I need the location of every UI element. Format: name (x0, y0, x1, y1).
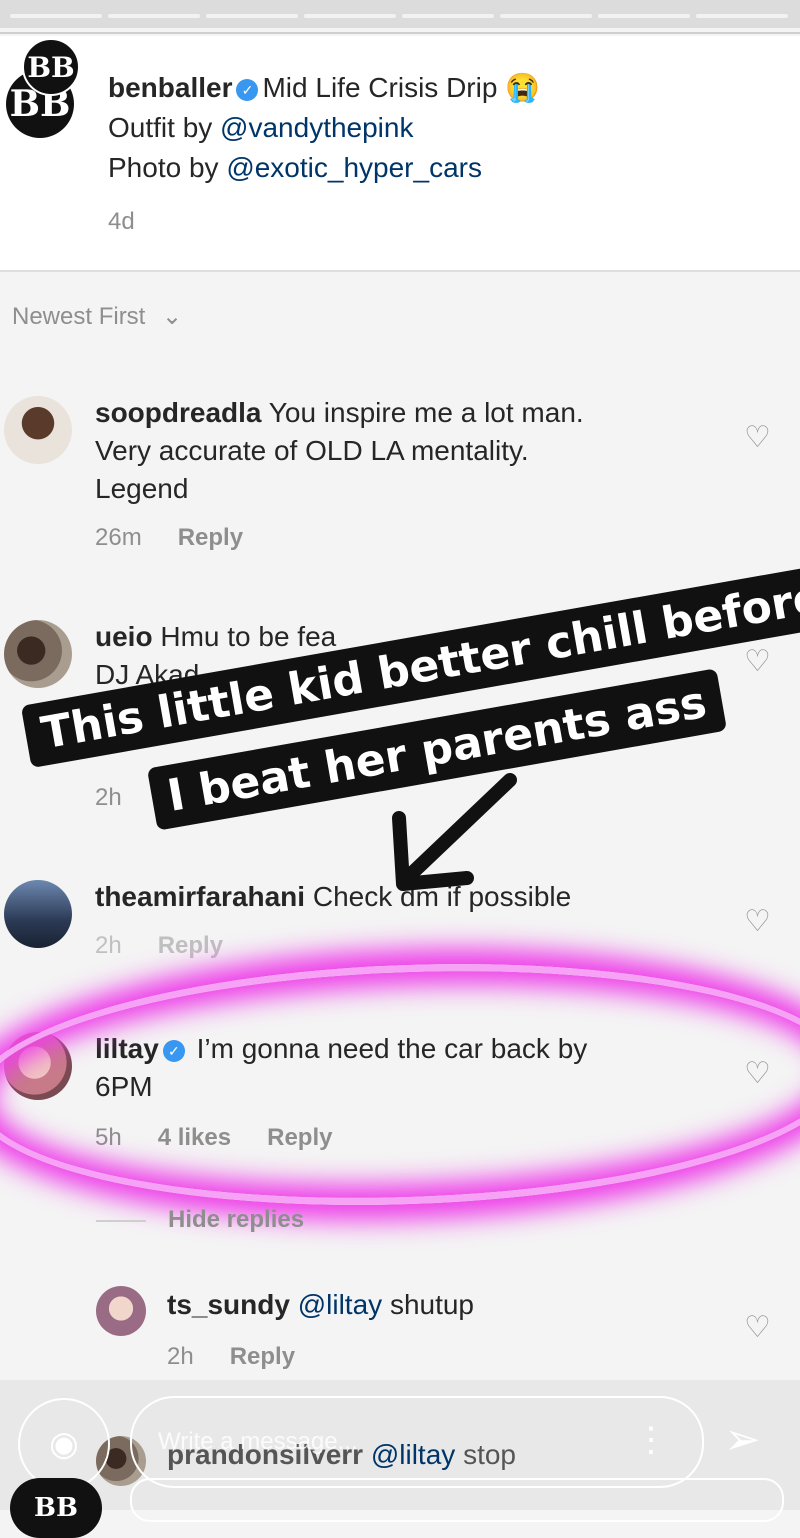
caption-line-2: Outfit by @vandythepink (108, 108, 413, 148)
comment-text: Legend (95, 473, 189, 504)
reply-text: shutup (389, 1289, 475, 1320)
avatar[interactable] (4, 396, 72, 464)
caption-line-3: Photo by @exotic_hyper_cars (108, 148, 482, 188)
arrow-icon (392, 773, 517, 891)
message-input[interactable]: Write a message... ⋮ (130, 1396, 704, 1488)
photo-handle-link[interactable]: @exotic_hyper_cars (226, 152, 482, 183)
comment-1: soopdreadla You inspire me a lot man. Ve… (95, 394, 584, 508)
progress-segment (696, 14, 788, 18)
reply-button[interactable]: Reply (178, 524, 243, 551)
comment-time: 2h (95, 784, 122, 811)
chevron-down-icon: ⌄ (162, 303, 183, 330)
caption-username[interactable]: benballer (108, 72, 232, 103)
replies-line (96, 1220, 146, 1222)
camera-icon: ◉ (49, 1425, 79, 1463)
progress-segment (402, 14, 494, 18)
likes-count[interactable]: 4 likes (158, 1124, 231, 1151)
avatar[interactable] (4, 620, 72, 688)
comment-username[interactable]: soopdreadla (95, 397, 261, 428)
verified-badge-icon: ✓ (236, 78, 259, 101)
sort-dropdown[interactable]: Newest First ⌄ (12, 302, 182, 331)
hide-replies-button[interactable]: Hide replies (168, 1206, 340, 1234)
outfit-prefix: Outfit by (108, 112, 221, 143)
comment-4-meta: 5h 4 likes Reply (95, 1124, 368, 1152)
bottom-input-outline (130, 1478, 784, 1522)
story-progress-bar (0, 0, 800, 28)
comment-username[interactable]: liltay (95, 1033, 159, 1064)
progress-segment (108, 14, 200, 18)
comment-4: liltay ✓ I’m gonna need the car back by 6… (95, 1030, 587, 1106)
like-heart-icon[interactable]: ♡ (744, 420, 771, 455)
like-heart-icon[interactable]: ♡ (744, 1056, 771, 1091)
crying-emoji-icon: 😭 (505, 72, 541, 103)
sort-label: Newest First (12, 303, 146, 330)
comment-3-meta: 2h Reply (95, 932, 259, 960)
comment-time: 5h (95, 1124, 122, 1151)
hide-replies-label: Hide replies (168, 1206, 305, 1233)
progress-segment (598, 14, 690, 18)
camera-button[interactable]: ◉ (18, 1398, 110, 1490)
post-age: 4d (108, 208, 171, 236)
comment-time: 26m (95, 524, 142, 551)
comment-text: Very accurate of OLD LA mentality. (95, 435, 529, 466)
mention-link[interactable]: @liltay (298, 1289, 382, 1320)
progress-segment (10, 14, 102, 18)
comment-username[interactable]: ueio (95, 621, 153, 652)
reply-button[interactable]: Reply (158, 932, 223, 959)
like-heart-icon[interactable]: ♡ (744, 904, 771, 939)
comment-text: 6PM (95, 1071, 153, 1102)
comment-text: You inspire me a lot man. (268, 397, 584, 428)
like-heart-icon[interactable]: ♡ (744, 1310, 771, 1345)
reply-username[interactable]: ts_sundy (167, 1289, 290, 1320)
reply-1: ts_sundy @liltay shutup (167, 1286, 474, 1324)
progress-segment (304, 14, 396, 18)
comment-username[interactable]: theamirfarahani (95, 881, 305, 912)
photo-prefix: Photo by (108, 152, 227, 183)
caption-line-1: benballer ✓ Mid Life Crisis Drip 😭 (108, 68, 540, 108)
caption-text: Mid Life Crisis Drip (262, 72, 498, 103)
avatar[interactable] (4, 1032, 72, 1100)
reply-button[interactable]: Reply (230, 1343, 295, 1370)
verified-badge-icon: ✓ (162, 1039, 185, 1062)
reply-button[interactable]: Reply (267, 1124, 332, 1151)
progress-segment (500, 14, 592, 18)
reply-1-meta: 2h Reply (167, 1343, 331, 1371)
comment-1-meta: 26m Reply (95, 524, 279, 552)
comment-text: Hmu to be fea (160, 621, 337, 652)
comment-2-meta: 2h (95, 784, 158, 812)
outfit-handle-link[interactable]: @vandythepink (220, 112, 413, 143)
top-divider (0, 32, 800, 34)
avatar[interactable] (4, 880, 72, 948)
post-age-text: 4d (108, 208, 135, 235)
caption-divider (0, 270, 800, 272)
bottom-avatar[interactable]: BB (10, 1478, 102, 1538)
comment-time: 2h (95, 932, 122, 959)
avatar[interactable] (96, 1286, 146, 1336)
send-icon[interactable]: ➢ (724, 1414, 761, 1465)
progress-segment (206, 14, 298, 18)
message-placeholder: Write a message... (158, 1428, 358, 1455)
like-heart-icon[interactable]: ♡ (744, 644, 771, 679)
comment-text: I’m gonna need the car back by (196, 1033, 588, 1064)
more-options-icon[interactable]: ⋮ (634, 1420, 668, 1460)
story-avatar[interactable]: BB (22, 38, 80, 96)
reply-time: 2h (167, 1343, 194, 1370)
